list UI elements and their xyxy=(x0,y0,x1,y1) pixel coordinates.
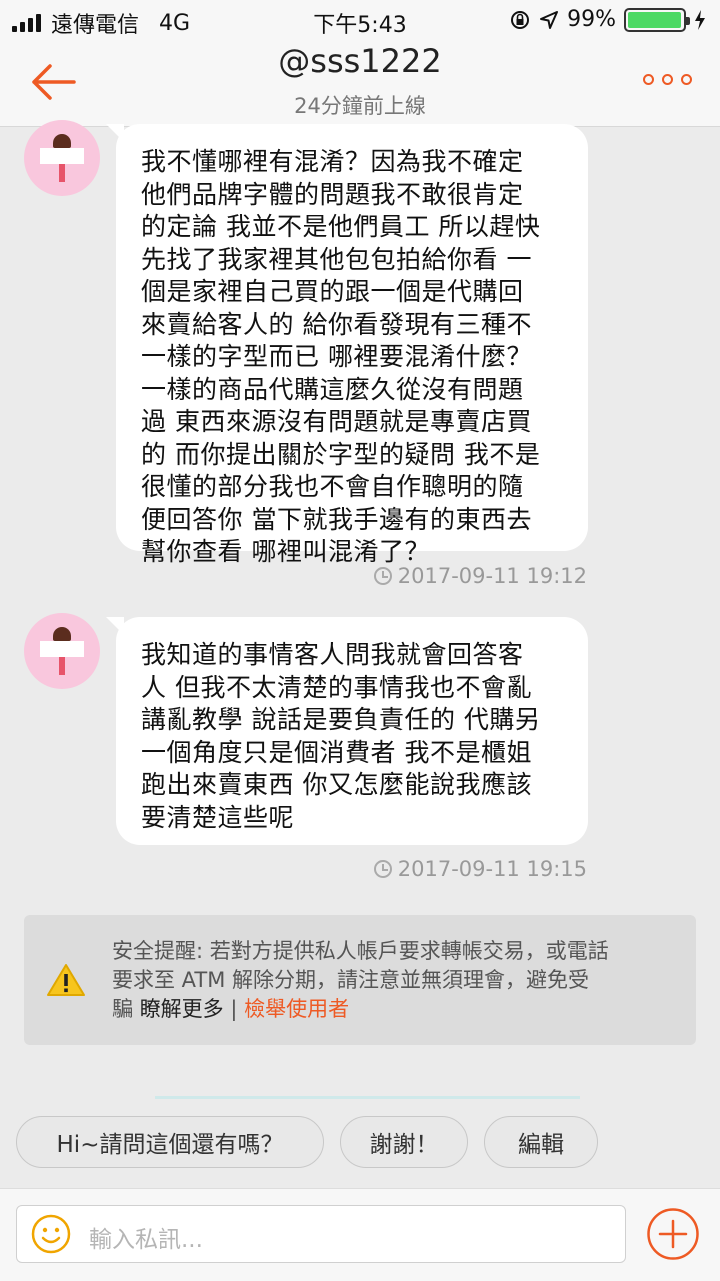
message-text-line: 先找了我家裡其他包包拍給你看 一 xyxy=(141,244,532,274)
timestamp-text: 2017-09-11 19:15 xyxy=(397,857,587,881)
add-attachment-icon[interactable] xyxy=(646,1207,700,1261)
more-options-icon[interactable] xyxy=(643,74,692,85)
chat-header: @sss1222 24分鐘前上線 xyxy=(0,40,720,127)
message-timestamp: 2017-09-11 19:12 xyxy=(373,564,587,588)
emoji-icon[interactable] xyxy=(31,1214,71,1254)
battery-icon xyxy=(624,7,690,32)
message-text-line: 便回答你 當下就我手邊有的東西去 xyxy=(141,504,532,534)
message-input-bar: 輸入私訊... xyxy=(0,1188,720,1281)
battery-percent: 99% xyxy=(567,7,616,32)
message-text-line: 的 而你提出關於字型的疑問 我不是 xyxy=(141,439,541,469)
message-text-line: 個是家裡自己買的跟一個是代購回 xyxy=(141,277,524,306)
location-icon xyxy=(540,10,559,29)
message-text-line: 他們品牌字體的問題我不敢很肯定 xyxy=(141,179,524,209)
notice-line: 要求至 ATM 解除分期，請注意並無須理會，避免受 xyxy=(112,968,590,992)
message-text-line: 跑出來賣東西 你又怎麼能說我應該 xyxy=(141,770,532,799)
input-placeholder: 輸入私訊... xyxy=(89,1227,203,1253)
safety-notice: 安全提醒: 若對方提供私人帳戶要求轉帳交易，或電話 要求至 ATM 解除分期，請… xyxy=(24,915,696,1045)
clock-icon xyxy=(373,567,392,585)
charging-icon xyxy=(695,9,705,30)
message-timestamp: 2017-09-11 19:15 xyxy=(373,857,587,881)
message-text-line: 的定論 我並不是他們員工 所以趕快 xyxy=(141,212,541,241)
message-text-line: 人 但我不太清楚的事情我也不會亂 xyxy=(141,672,532,702)
message-text-line: 過 東西來源沒有問題就是專賣店買 xyxy=(141,407,532,436)
clock-icon xyxy=(373,860,392,878)
message-text-line: 一樣的商品代購這麼久從沒有問題 xyxy=(141,374,524,404)
message-text-line: 很懂的部分我也不會自作聰明的隨 xyxy=(141,472,524,501)
warning-icon xyxy=(47,964,85,996)
message-bubble[interactable]: 我不懂哪裡有混淆？因為我不確定 他們品牌字體的問題我不敢很肯定 的定論 我並不是他們… xyxy=(106,124,588,566)
quick-reply-ask-available[interactable]: Hi~請問這個還有嗎？ xyxy=(16,1116,324,1168)
message-text-line: 講亂教學 說話是要負責任的 代購另 xyxy=(141,705,541,734)
avatar[interactable] xyxy=(24,120,100,196)
chat-partner-name: @sss1222 xyxy=(278,42,442,80)
last-online-status: 24分鐘前上線 xyxy=(294,94,426,118)
message-text-line: 我不懂哪裡有混淆？因為我不確定 xyxy=(141,147,524,176)
message-bubble[interactable]: 我知道的事情客人問我就會回答客人 但我不太清楚的事情我也不會亂 講亂教學 說話是要… xyxy=(106,617,588,845)
avatar[interactable] xyxy=(24,613,100,689)
timestamp-text: 2017-09-11 19:12 xyxy=(397,564,587,588)
quick-reply-thanks[interactable]: 謝謝！ xyxy=(340,1116,468,1168)
status-bar: 遠傳電信 4G 下午5:43 99% xyxy=(0,0,720,40)
message-text-line: 我知道的事情客人問我就會回答客 xyxy=(141,640,524,669)
message-input[interactable]: 輸入私訊... xyxy=(16,1205,626,1263)
link-separator: | xyxy=(223,997,245,1021)
message-text-line: 來賣給客人的 給你看發現有三種不 xyxy=(141,309,532,339)
message-text-line: 要清楚這些呢 xyxy=(141,802,295,832)
scroll-divider xyxy=(155,1096,580,1099)
notice-line: 安全提醒: 若對方提供私人帳戶要求轉帳交易，或電話 xyxy=(112,939,609,963)
quick-reply-edit[interactable]: 編輯 xyxy=(484,1116,598,1168)
rotation-lock-icon xyxy=(511,10,530,29)
report-user-link[interactable]: 檢舉使用者 xyxy=(244,997,349,1021)
message-text-line: 一個角度只是個消費者 我不是櫃姐 xyxy=(141,737,532,767)
message-text-line: 一樣的字型而已 哪裡要混淆什麼？ xyxy=(141,342,532,371)
notice-line: 騙 xyxy=(112,997,140,1021)
learn-more-link[interactable]: 瞭解更多 xyxy=(140,997,224,1021)
